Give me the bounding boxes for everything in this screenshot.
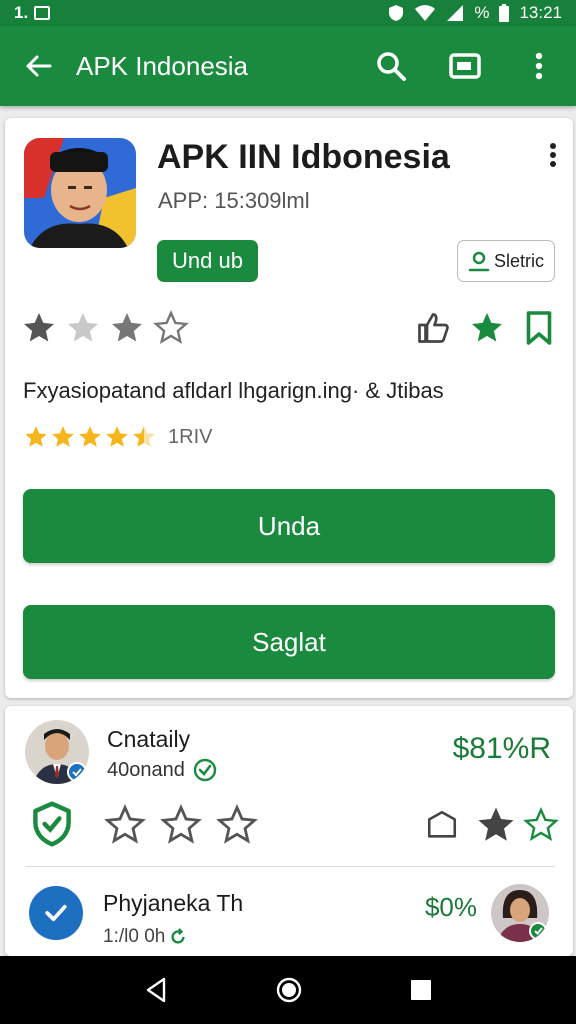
star-outline-green-icon[interactable] [523, 806, 559, 844]
window-icon [449, 53, 481, 79]
star-outline-icon[interactable] [103, 804, 147, 846]
notification-icon [34, 6, 51, 20]
more-vertical-icon [535, 52, 543, 80]
app-icon[interactable] [24, 138, 136, 248]
star-outline-icon[interactable] [153, 310, 189, 346]
reviews-card: Cnataily 40onand $81%R Phyjaneka Th 1:/l… [5, 706, 573, 956]
star-gold-icon [25, 426, 47, 447]
star-filled-icon[interactable] [475, 804, 517, 846]
reviewer-meta-text: 40onand [107, 758, 185, 781]
avatar[interactable] [25, 720, 89, 784]
wifi-icon [415, 5, 436, 21]
thumbs-up-icon[interactable] [415, 310, 451, 346]
star-empty-icon[interactable] [65, 310, 101, 346]
rating-count: 1RIV [168, 425, 213, 448]
battery-percent: % [474, 3, 490, 22]
app-bar: APK Indonesia [0, 26, 576, 106]
avatar[interactable] [491, 884, 549, 942]
star-filled-icon[interactable] [21, 310, 57, 346]
app-action-icons [415, 310, 555, 346]
clock: 13:21 [519, 3, 562, 22]
user-icon [468, 251, 490, 272]
divider [25, 866, 555, 867]
signal-icon [447, 5, 464, 21]
star-favorite-icon[interactable] [469, 310, 505, 346]
review-price: $81%R [452, 732, 551, 765]
star-outline-icon[interactable] [159, 804, 203, 846]
tag-icon[interactable] [425, 808, 459, 842]
reviewer-name: Phyjaneka Th [103, 890, 244, 916]
reviewer-meta: 40onand [107, 758, 217, 782]
star-half-icon [133, 426, 155, 447]
star-gold-icon [79, 426, 101, 447]
bookmark-icon[interactable] [523, 310, 555, 346]
arrow-left-icon [26, 55, 52, 77]
review-action-row [29, 800, 559, 850]
verified-badge [29, 886, 83, 940]
reviewer-name: Cnataily [107, 726, 191, 752]
page-title: APK Indonesia [76, 50, 249, 81]
install-button[interactable]: Unda [23, 489, 555, 563]
average-rating: 1RIV [23, 424, 212, 450]
reviewer-meta: 1:/l0 0h [103, 926, 187, 948]
star-gold-icon [52, 426, 74, 447]
reviewer-photo [25, 720, 89, 784]
app-name: APK IIN Idbonesia [157, 138, 450, 176]
secondary-chip-button[interactable]: Sletric [457, 240, 555, 282]
search-icon [377, 52, 406, 81]
search-button[interactable] [354, 26, 428, 106]
back-button[interactable] [0, 26, 76, 106]
nav-back-icon[interactable] [144, 977, 168, 1003]
status-bar: 1. % 13:21 [0, 0, 576, 26]
secondary-action-button[interactable]: Saglat [23, 605, 555, 679]
user-rating-stars[interactable] [21, 310, 189, 346]
card-overflow-button[interactable] [549, 142, 557, 173]
more-vertical-icon [550, 143, 556, 167]
system-nav-bar [0, 956, 576, 1024]
cast-button[interactable] [428, 26, 502, 106]
refresh-icon [171, 928, 185, 944]
nav-recents-icon[interactable] [410, 979, 432, 1001]
status-time-left: 1. [14, 3, 29, 22]
reviewer-photo [491, 884, 549, 942]
app-icon-image [24, 138, 136, 248]
primary-chip-button[interactable]: Und ub [157, 240, 258, 282]
overflow-menu-button[interactable] [502, 26, 576, 106]
reviewer-meta-text: 1:/l0 0h [103, 926, 166, 947]
shield-check-icon[interactable] [29, 800, 75, 848]
star-outline-icon[interactable] [215, 804, 259, 846]
review-price: $0% [424, 892, 477, 922]
vpn-shield-icon [389, 5, 404, 21]
battery-icon [499, 4, 510, 22]
verified-check-icon [193, 758, 217, 782]
nav-home-icon[interactable] [275, 976, 303, 1004]
app-subtitle: APP: 15:309lml [158, 188, 310, 213]
secondary-chip-label: Sletric [493, 250, 544, 271]
app-details-card: APK IIN Idbonesia APP: 15:309lml Und ub … [5, 118, 573, 698]
check-icon [45, 904, 67, 922]
star-filled-icon[interactable] [109, 310, 145, 346]
app-description: Fxyasiopatand afldarl lhgarign.ing· & Jt… [23, 378, 444, 403]
star-gold-icon [106, 426, 128, 447]
